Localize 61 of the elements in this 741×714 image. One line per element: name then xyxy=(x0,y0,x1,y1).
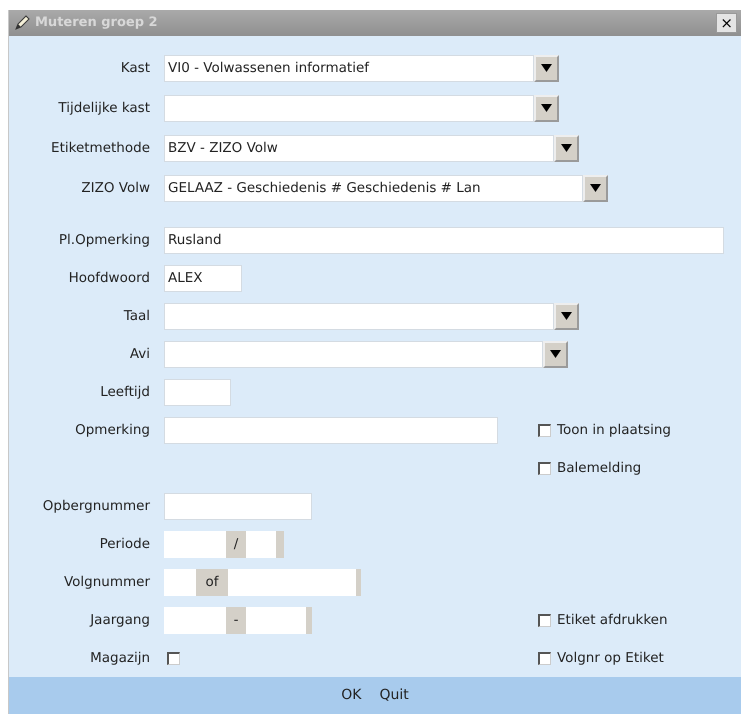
dropdown-button[interactable] xyxy=(554,134,579,162)
pencil-icon xyxy=(13,14,31,32)
range-field[interactable]: / xyxy=(164,530,284,558)
caret-icon xyxy=(541,63,552,73)
close-button[interactable]: × xyxy=(716,13,737,33)
checkbox[interactable] xyxy=(167,652,180,664)
dialog-button[interactable]: OK xyxy=(339,685,364,706)
dropdown-field[interactable] xyxy=(164,94,534,122)
dropdown-button[interactable] xyxy=(543,340,568,368)
dropdown-field[interactable]: GELAAZ - Geschiedenis # Geschiedenis # Lan xyxy=(164,174,583,202)
text-field[interactable] xyxy=(164,416,498,444)
input-field[interactable] xyxy=(228,568,356,596)
range-field[interactable]: - xyxy=(164,606,312,634)
text-field[interactable]: ALEX xyxy=(164,264,242,292)
caret-icon xyxy=(561,311,572,321)
window-title: Muteren groep 2 xyxy=(35,14,158,32)
field-label: Taal xyxy=(122,306,151,326)
field-label: Hoofdwoord xyxy=(68,268,151,288)
dropdown-button[interactable] xyxy=(583,174,608,202)
field-label: Kast xyxy=(120,58,151,78)
field-label: Etiketmethode xyxy=(50,138,151,158)
input-field[interactable] xyxy=(164,606,226,634)
checkbox-label: Etiket afdrukken xyxy=(557,610,668,630)
input-field[interactable] xyxy=(246,606,306,634)
field-label: ZIZO Volw xyxy=(80,178,151,198)
caret-icon xyxy=(550,349,561,359)
field-label: Pl.Opmerking xyxy=(58,230,151,250)
dropdown-field[interactable]: BZV - ZIZO Volw xyxy=(164,134,554,162)
dropdown-field[interactable] xyxy=(164,302,554,330)
field-label: Tijdelijke kast xyxy=(57,98,151,118)
text-field[interactable] xyxy=(164,492,312,520)
input-field[interactable] xyxy=(246,530,276,558)
dropdown-button[interactable] xyxy=(554,302,579,330)
field-label: Leeftijd xyxy=(99,382,151,402)
field-label: Opbergnummer xyxy=(42,496,151,516)
checkbox[interactable] xyxy=(538,462,551,474)
field-label: Periode xyxy=(98,534,151,554)
field-label: Avi xyxy=(128,344,151,364)
dropdown-field[interactable]: VI0 - Volwassenen informatief xyxy=(164,54,534,82)
checkbox[interactable] xyxy=(538,652,551,664)
checkbox[interactable] xyxy=(538,614,551,626)
checkbox-label: Balemelding xyxy=(557,458,642,478)
caret-icon xyxy=(541,103,552,113)
field-label: Volgnummer xyxy=(62,572,151,592)
checkbox-label: Volgnr op Etiket xyxy=(557,648,664,668)
dialog-button[interactable]: Quit xyxy=(377,685,411,706)
caret-icon xyxy=(590,183,601,193)
checkbox[interactable] xyxy=(538,424,551,436)
field-label: Jaargang xyxy=(88,610,151,630)
checkbox-label: Toon in plaatsing xyxy=(557,420,671,440)
text-field[interactable] xyxy=(164,378,231,406)
dropdown-button[interactable] xyxy=(534,54,559,82)
field-label: Magazijn xyxy=(89,648,151,668)
dropdown-field[interactable] xyxy=(164,340,543,368)
dropdown-button[interactable] xyxy=(534,94,559,122)
input-field[interactable] xyxy=(164,530,226,558)
range-field[interactable]: of xyxy=(164,568,361,596)
caret-icon xyxy=(561,143,572,153)
text-field[interactable]: Rusland xyxy=(164,226,724,254)
input-field[interactable] xyxy=(164,568,196,596)
field-label: Opmerking xyxy=(74,420,151,440)
